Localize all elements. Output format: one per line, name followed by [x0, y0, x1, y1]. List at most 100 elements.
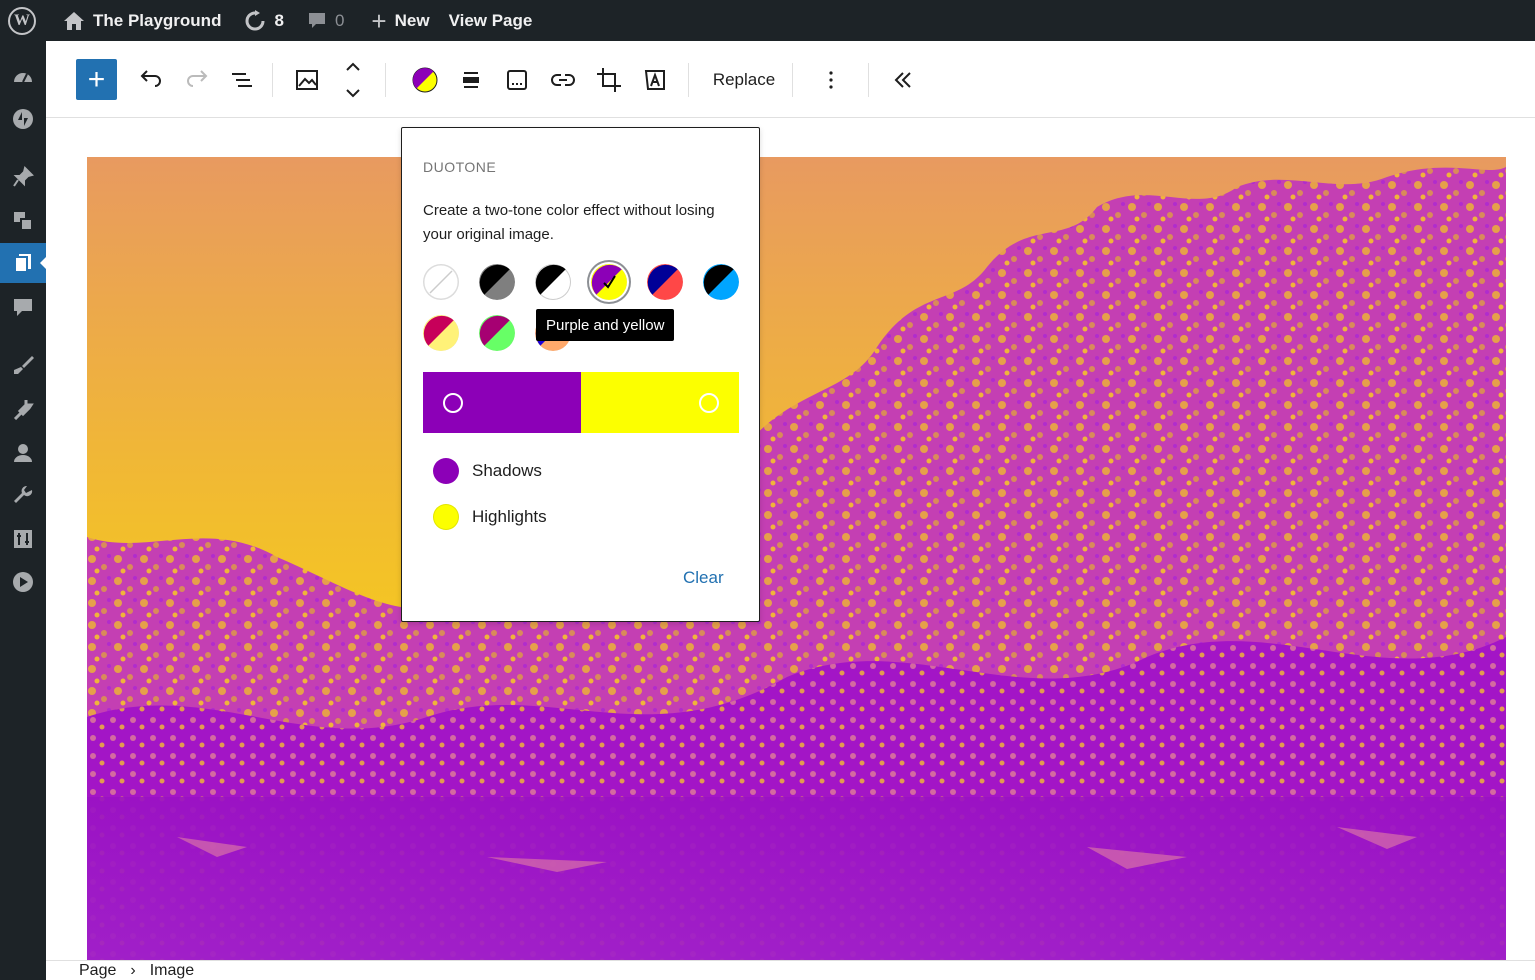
toolbar-separator — [868, 63, 869, 97]
link-icon — [551, 74, 575, 86]
list-view-icon — [232, 73, 252, 87]
collapse-toolbar-button[interactable] — [888, 61, 918, 99]
caption-icon — [507, 70, 527, 90]
move-up-down-button[interactable] — [338, 55, 368, 105]
updates-count: 8 — [274, 10, 284, 30]
shadow-handle-icon[interactable] — [443, 393, 463, 413]
highlight-color-stop[interactable] — [581, 372, 739, 433]
shadows-color-row[interactable]: Shadows — [433, 458, 542, 484]
menu-jetpack[interactable] — [0, 99, 46, 139]
undo-button[interactable] — [136, 61, 166, 99]
wordpress-logo-button[interactable]: W — [0, 0, 45, 41]
plus-icon: + — [371, 5, 387, 36]
replace-button[interactable]: Replace — [704, 61, 784, 99]
swatch-blue-red[interactable] — [647, 264, 683, 300]
purple-yellow-swatch-icon — [591, 264, 627, 300]
menu-appearance[interactable] — [0, 345, 46, 385]
swatch-unset[interactable] — [423, 264, 459, 300]
updates-icon — [246, 9, 265, 30]
link-button[interactable] — [548, 61, 578, 99]
menu-dashboard[interactable] — [0, 57, 46, 97]
settings-icon — [14, 530, 32, 548]
menu-plugins[interactable] — [0, 389, 46, 429]
swatch-purple-yellow[interactable] — [591, 264, 627, 300]
pages-icon — [14, 254, 31, 273]
shadows-color-dot — [433, 458, 459, 484]
crop-button[interactable] — [594, 61, 624, 99]
purple-green-swatch-icon — [479, 315, 515, 351]
comments-count: 0 — [334, 10, 345, 30]
magenta-yellow-swatch-icon — [423, 315, 459, 351]
jetpack-icon — [13, 109, 33, 129]
swatch-grayscale[interactable] — [535, 264, 571, 300]
breadcrumb-image[interactable]: Image — [150, 962, 194, 980]
duotone-button[interactable] — [410, 61, 440, 99]
more-options-button[interactable] — [816, 61, 846, 99]
collapse-icon — [13, 572, 33, 592]
comments-icon — [14, 299, 32, 316]
toolbar-separator — [688, 63, 689, 97]
toolbar-separator — [385, 63, 386, 97]
swatch-dark-grayscale[interactable] — [479, 264, 515, 300]
shadow-color-stop[interactable] — [423, 372, 581, 433]
align-button[interactable] — [456, 61, 486, 99]
swatch-magenta-yellow[interactable] — [423, 315, 459, 351]
media-icon — [14, 212, 33, 231]
view-page-label: View Page — [448, 10, 533, 30]
clear-button[interactable]: Clear — [683, 568, 724, 588]
site-name-link[interactable]: The Playground — [45, 0, 230, 41]
unset-swatch-icon — [423, 264, 459, 300]
redo-button[interactable] — [182, 61, 212, 99]
pin-icon — [13, 166, 34, 187]
admin-bar: W The Playground 8 0 + New View Page — [0, 0, 1535, 41]
menu-pages[interactable] — [0, 243, 47, 283]
highlights-color-row[interactable]: Highlights — [433, 504, 547, 530]
replace-label: Replace — [712, 70, 776, 89]
menu-posts[interactable] — [0, 157, 46, 197]
updates-link[interactable]: 8 — [230, 0, 292, 41]
breadcrumb-page[interactable]: Page — [79, 962, 116, 980]
comment-icon — [308, 12, 325, 28]
wrench-icon — [14, 485, 33, 503]
admin-side-menu — [0, 41, 47, 980]
menu-media[interactable] — [0, 201, 46, 241]
menu-users[interactable] — [0, 433, 46, 473]
text-overlay-button[interactable] — [640, 61, 670, 99]
comments-link[interactable]: 0 — [293, 0, 353, 41]
duotone-preview-bar[interactable] — [423, 372, 739, 433]
grayscale-swatch-icon — [535, 264, 571, 300]
list-view-button[interactable] — [227, 61, 257, 99]
undo-icon — [140, 70, 161, 87]
image-icon — [296, 70, 318, 90]
more-vertical-icon — [829, 71, 833, 89]
landscape-image-graphic — [87, 157, 1506, 960]
view-page-link[interactable]: View Page — [439, 0, 542, 41]
user-icon — [14, 444, 32, 462]
menu-comments[interactable] — [0, 287, 46, 327]
duotone-icon — [412, 67, 438, 93]
dashboard-icon — [14, 73, 32, 83]
block-breadcrumb: Page › Image — [46, 960, 1535, 980]
swatch-purple-green[interactable] — [479, 315, 515, 351]
wordpress-logo-icon: W — [8, 6, 36, 35]
block-type-button[interactable] — [292, 61, 322, 99]
text-overlay-icon — [644, 70, 665, 90]
highlights-label: Highlights — [472, 507, 547, 526]
blue-red-swatch-icon — [647, 264, 683, 300]
caption-button[interactable] — [502, 61, 532, 99]
duotone-image[interactable] — [87, 157, 1506, 960]
add-block-button[interactable]: + — [76, 59, 117, 100]
menu-settings[interactable] — [0, 519, 46, 559]
swatch-midnight[interactable] — [703, 264, 739, 300]
menu-collapse[interactable] — [0, 562, 46, 602]
highlight-handle-icon[interactable] — [699, 393, 719, 413]
new-content-link[interactable]: + New — [353, 0, 438, 41]
site-name: The Playground — [93, 10, 222, 30]
menu-tools[interactable] — [0, 476, 46, 516]
duotone-description: Create a two-tone color effect without l… — [423, 202, 715, 243]
duotone-title: DUOTONE — [423, 159, 497, 175]
duotone-popover: DUOTONE Create a two-tone color effect w… — [401, 127, 760, 622]
midnight-swatch-icon — [703, 264, 739, 300]
crop-icon — [597, 68, 621, 92]
breadcrumb-separator: › — [130, 961, 136, 979]
